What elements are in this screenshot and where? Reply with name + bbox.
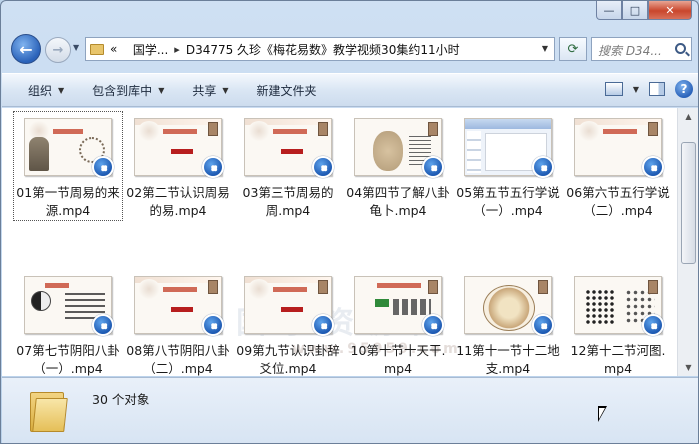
include-library-label: 包含到库中 — [92, 83, 153, 98]
refresh-button[interactable]: ⟳ — [559, 37, 587, 61]
file-list-pane[interactable]: 国学资源网 www.95959.com 01第一节周易的来源.mp4 02第二节… — [2, 108, 677, 376]
media-player-icon — [532, 314, 554, 336]
media-player-icon — [532, 156, 554, 178]
file-name: 11第十一节十二地支.mp4 — [456, 343, 560, 376]
breadcrumb-guoxue[interactable]: 国学... — [133, 41, 168, 58]
vertical-scrollbar[interactable]: ▲ ▼ — [677, 108, 698, 376]
chevron-down-icon: ▼ — [158, 85, 165, 95]
view-options-dropdown[interactable]: ▼ — [633, 85, 639, 94]
command-bar: 组织 ▼ 包含到库中 ▼ 共享 ▼ 新建文件夹 ▼ ? — [2, 73, 698, 107]
breadcrumb-separator — [123, 43, 127, 56]
file-item[interactable]: 01第一节周易的来源.mp4 — [13, 111, 123, 221]
file-name: 12第十二节河图.mp4 — [570, 343, 666, 376]
media-player-icon — [642, 314, 664, 336]
share-button[interactable]: 共享 ▼ — [178, 74, 242, 106]
refresh-icon: ⟳ — [567, 41, 579, 57]
details-pane: 30 个对象 — [2, 377, 698, 443]
address-dropdown-icon[interactable]: ▼ — [542, 44, 548, 53]
new-folder-label: 新建文件夹 — [256, 83, 317, 98]
toolbar-right-group: ▼ ? — [604, 80, 693, 98]
file-item[interactable]: 07第七节阴阳八卦（一）.mp4 — [14, 270, 122, 376]
file-name: 03第三节周易的周.mp4 — [242, 185, 334, 218]
forward-arrow-icon: → — [52, 42, 64, 58]
file-name: 05第五节五行学说（一）.mp4 — [456, 185, 560, 218]
media-player-icon — [312, 314, 334, 336]
breadcrumb-overflow[interactable]: « — [110, 42, 117, 56]
close-button[interactable]: ✕ — [648, 1, 692, 20]
media-player-icon — [92, 156, 114, 178]
chevron-down-icon: ▼ — [58, 85, 65, 95]
search-icon[interactable] — [675, 43, 686, 54]
search-placeholder: 搜索 D34... — [598, 44, 662, 58]
share-label: 共享 — [192, 83, 217, 98]
breadcrumb-current-folder[interactable]: D34775 久珍《梅花易数》教学视频30集约11小时 — [186, 41, 460, 58]
folder-icon — [90, 43, 104, 55]
media-player-icon — [92, 314, 114, 336]
file-item[interactable]: 02第二节认识周易的易.mp4 — [124, 112, 232, 220]
file-item[interactable]: 10第十节十天干.mp4 — [344, 270, 452, 376]
file-name: 10第十节十天干.mp4 — [350, 343, 446, 376]
breadcrumb-separator[interactable]: ▸ — [174, 43, 180, 56]
file-item[interactable]: 12第十二节河图.mp4 — [564, 270, 672, 376]
organize-label: 组织 — [28, 83, 53, 98]
scroll-down-button[interactable]: ▼ — [680, 359, 697, 376]
address-bar[interactable]: « 国学... ▸ D34775 久珍《梅花易数》教学视频30集约11小时 ▼ — [85, 37, 555, 61]
media-player-icon — [642, 156, 664, 178]
folder-icon — [30, 388, 68, 432]
back-button[interactable]: ← — [11, 34, 41, 64]
include-in-library-button[interactable]: 包含到库中 ▼ — [78, 74, 178, 106]
file-item[interactable]: 11第十一节十二地支.mp4 — [454, 270, 562, 376]
navigation-row: ← → ▼ « 国学... ▸ D34775 久珍《梅花易数》教学视频30集约1… — [9, 33, 692, 65]
back-arrow-icon: ← — [19, 39, 33, 59]
file-name: 04第四节了解八卦龟卜.mp4 — [346, 185, 450, 218]
change-view-icon[interactable] — [604, 82, 623, 96]
file-item[interactable]: 06第六节五行学说（二）.mp4 — [564, 112, 672, 220]
file-name: 08第八节阴阳八卦（二）.mp4 — [126, 343, 230, 376]
search-input[interactable]: 搜索 D34... — [591, 37, 692, 61]
file-name: 09第九节认识卦辞爻位.mp4 — [236, 343, 340, 376]
file-name: 06第六节五行学说（二）.mp4 — [566, 185, 670, 218]
media-player-icon — [422, 314, 444, 336]
explorer-window: — □ ✕ ← → ▼ « 国学... ▸ D34775 久珍《梅花易数》教学视… — [0, 0, 699, 444]
mouse-cursor-icon — [598, 406, 607, 422]
scroll-thumb[interactable] — [681, 142, 696, 264]
file-name: 01第一节周易的来源.mp4 — [16, 185, 120, 218]
file-item[interactable]: 08第八节阴阳八卦（二）.mp4 — [124, 270, 232, 376]
file-name: 07第七节阴阳八卦（一）.mp4 — [16, 343, 120, 376]
organize-button[interactable]: 组织 ▼ — [14, 74, 78, 106]
help-icon[interactable]: ? — [675, 80, 693, 98]
item-count: 30 个对象 — [92, 392, 150, 407]
maximize-button[interactable]: □ — [622, 1, 648, 20]
minimize-button[interactable]: — — [596, 1, 622, 20]
new-folder-button[interactable]: 新建文件夹 — [243, 74, 331, 106]
media-player-icon — [202, 156, 224, 178]
file-name: 02第二节认识周易的易.mp4 — [126, 185, 230, 218]
file-item[interactable]: 04第四节了解八卦龟卜.mp4 — [344, 112, 452, 220]
forward-button[interactable]: → — [45, 37, 71, 63]
caption-buttons: — □ ✕ — [596, 1, 692, 21]
chevron-down-icon: ▼ — [222, 85, 229, 95]
preview-pane-icon[interactable] — [649, 82, 665, 96]
media-player-icon — [202, 314, 224, 336]
file-item[interactable]: 09第九节认识卦辞爻位.mp4 — [234, 270, 342, 376]
file-item[interactable]: 03第三节周易的周.mp4 — [234, 112, 342, 220]
recent-pages-dropdown[interactable]: ▼ — [73, 43, 79, 52]
media-player-icon — [312, 156, 334, 178]
file-item[interactable]: 05第五节五行学说（一）.mp4 — [454, 112, 562, 220]
media-player-icon — [422, 156, 444, 178]
scroll-up-button[interactable]: ▲ — [680, 108, 697, 125]
